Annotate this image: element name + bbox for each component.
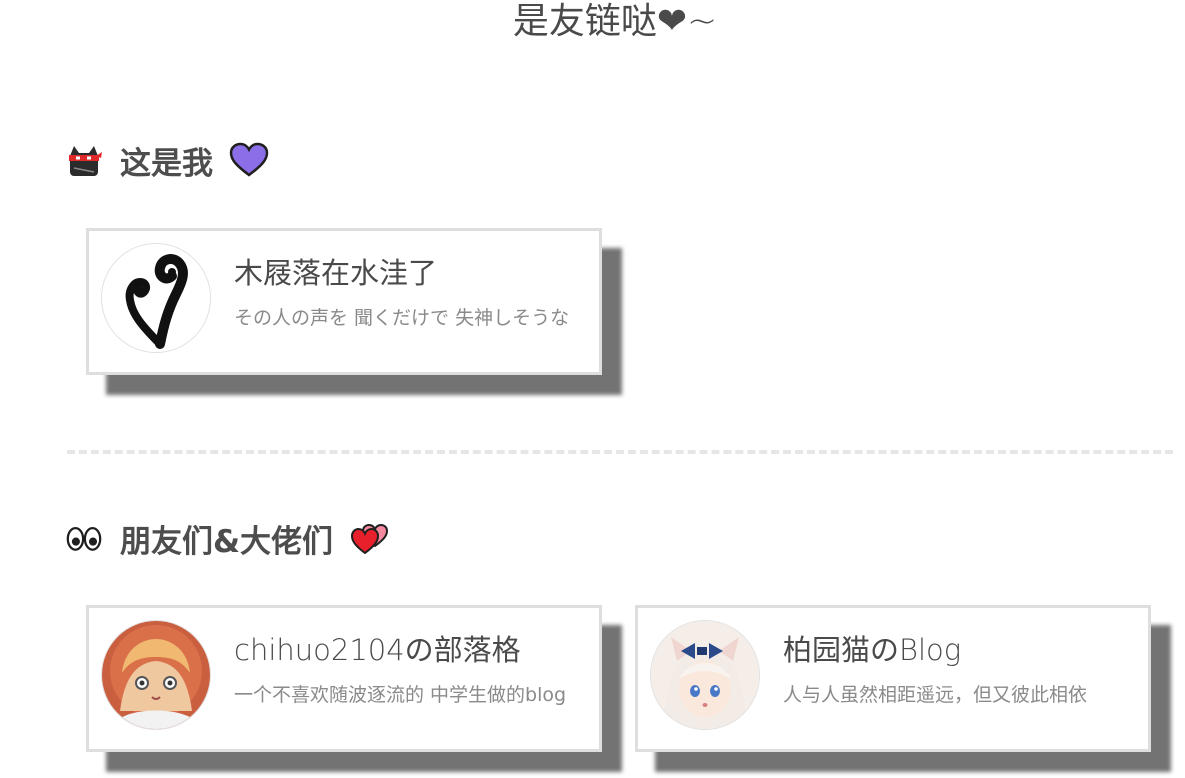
section-title-friends: 朋友们&大佬们	[120, 523, 334, 560]
friend-link-card[interactable]: 柏园猫のBlog 人与人虽然相距遥远，但又彼此相依	[635, 605, 1151, 752]
section-heading-me: 这是我	[66, 138, 269, 182]
eyes-icon	[66, 520, 102, 556]
two-hearts-icon	[349, 520, 393, 556]
card-description: 人与人虽然相距遥远，但又彼此相依	[783, 684, 1088, 706]
section-divider	[67, 450, 1173, 454]
card-description: その人の声を 聞くだけで 失神しそうな	[234, 307, 570, 329]
friend-link-card[interactable]: chihuo2104の部落格 一个不喜欢随波逐流的 中学生做的blog	[86, 605, 602, 752]
ninja-cat-icon	[66, 142, 102, 178]
card-name: 木屐落在水洼了	[234, 256, 438, 290]
card-name: 柏园猫のBlog	[783, 633, 962, 667]
swirl-logo-icon	[101, 243, 211, 353]
anime-catgirl-avatar	[650, 620, 760, 730]
purple-heart-icon	[229, 142, 269, 178]
section-title-me: 这是我	[120, 145, 213, 182]
section-heading-friends: 朋友们&大佬们	[66, 516, 393, 560]
card-description: 一个不喜欢随波逐流的 中学生做的blog	[234, 684, 567, 706]
card-name: chihuo2104の部落格	[234, 633, 521, 667]
page-title: 是友链哒❤~	[512, 1, 718, 42]
friend-link-card[interactable]: 木屐落在水洼了 その人の声を 聞くだけで 失神しそうな	[86, 228, 602, 375]
anime-girl-hood-avatar	[101, 620, 211, 730]
